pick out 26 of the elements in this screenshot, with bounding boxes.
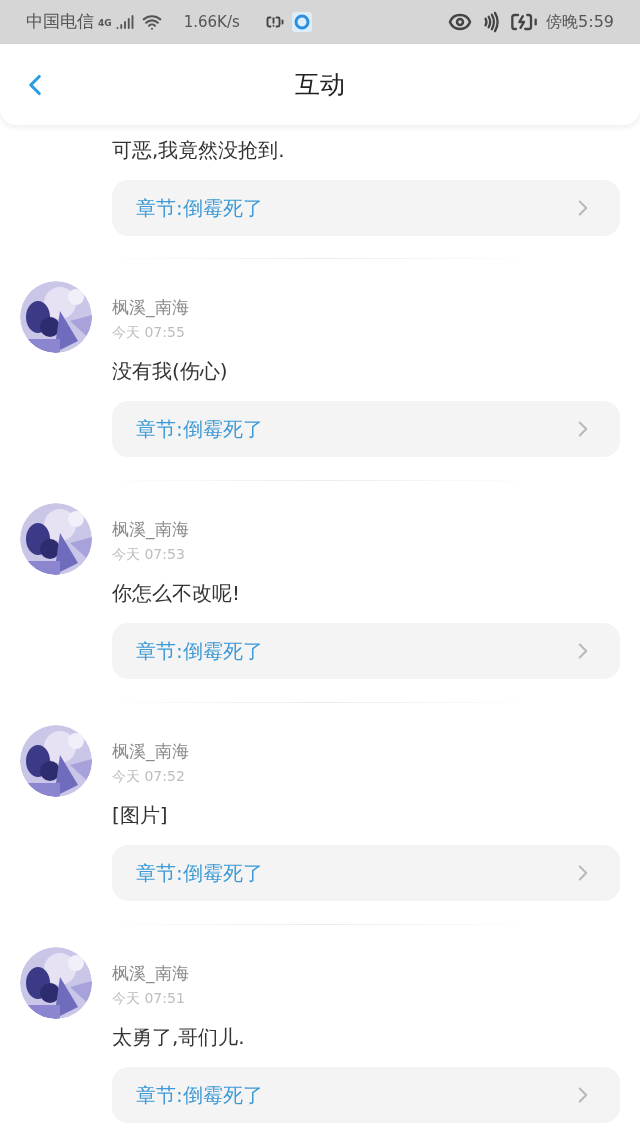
app-icon (291, 12, 312, 32)
page-title: 互动 (295, 68, 345, 101)
chapter-link[interactable]: 章节:倒霉死了 (112, 401, 620, 457)
author-name: 枫溪_南海 (112, 296, 190, 320)
comment-text: [图片] (112, 802, 169, 829)
comment-time: 今天 07:55 (112, 323, 186, 342)
chapter-link[interactable]: 章节:倒霉死了 (112, 623, 620, 679)
comment-text: 没有我(伤心) (112, 358, 229, 385)
author-name: 枫溪_南海 (112, 740, 190, 764)
chapter-link[interactable]: 章节:倒霉死了 (112, 845, 620, 901)
comment-time: 今天 07:52 (112, 767, 186, 786)
chapter-link[interactable]: 章节:倒霉死了 (112, 1067, 620, 1123)
comment-text: 太勇了,哥们儿. (112, 1024, 246, 1051)
author-name: 枫溪_南海 (112, 518, 190, 542)
comment-time: 今天 07:51 (112, 989, 186, 1008)
comment-text: 可恶,我竟然没抢到. (112, 137, 286, 164)
network-type: 4G (98, 17, 112, 31)
chapter-link[interactable]: 章节:倒霉死了 (112, 180, 620, 236)
clock-time: 傍晚5:59 (546, 11, 614, 33)
author-name: 枫溪_南海 (112, 962, 190, 986)
comment-time: 今天 07:53 (112, 545, 186, 564)
network-speed: 1.66K/s (183, 11, 240, 33)
wifi-icon (141, 12, 162, 32)
carrier-name: 中国电信 (26, 10, 94, 34)
comment-text: 你怎么不改呢! (112, 580, 242, 607)
signal-icon (115, 13, 134, 31)
